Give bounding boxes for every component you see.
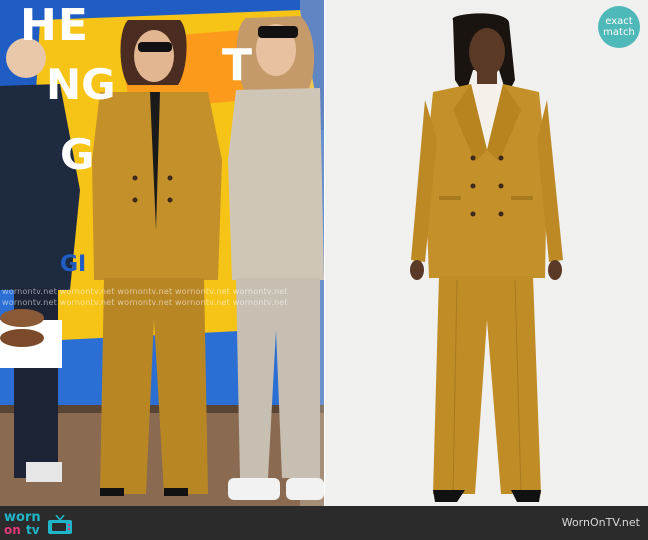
badge-text-exact: exact	[605, 16, 633, 27]
tv-icon	[48, 515, 72, 534]
host-sneaker	[26, 462, 62, 482]
product-model-scene	[325, 0, 648, 506]
woman1-face	[134, 30, 174, 82]
watermark-text: wornontv.net wornontv.net wornontv.net w…	[2, 298, 288, 307]
set-letters-small: GI	[60, 252, 87, 277]
logo-on-text: on	[4, 523, 21, 537]
set-letters-low: G	[60, 130, 95, 179]
badge-text-match: match	[603, 27, 635, 38]
exact-match-badge: exact match	[598, 6, 640, 48]
footer-bar: worn on tv WornOnTV.net	[0, 506, 648, 540]
watermark-text: wornontv.net wornontv.net wornontv.net w…	[2, 287, 288, 296]
site-name[interactable]: WornOnTV.net	[562, 516, 640, 529]
woman2-blazer	[228, 88, 324, 280]
woman2-sneaker	[228, 478, 280, 500]
set-letters-top: HE	[20, 0, 89, 51]
woman2-sunglasses	[258, 26, 298, 38]
woman1-sunglasses	[138, 42, 172, 52]
screenshot-frame: HE NG T G GI wornontv.net wornontv.net w…	[0, 0, 648, 540]
product-photo	[325, 0, 648, 506]
tv-show-photo: HE NG T G GI wornontv.net wornontv.net w…	[0, 0, 324, 506]
set-letters-right: T	[222, 40, 253, 91]
model-face	[469, 28, 505, 76]
set-letters-mid: NG	[46, 60, 116, 109]
logo-tv-text: tv	[26, 523, 40, 537]
